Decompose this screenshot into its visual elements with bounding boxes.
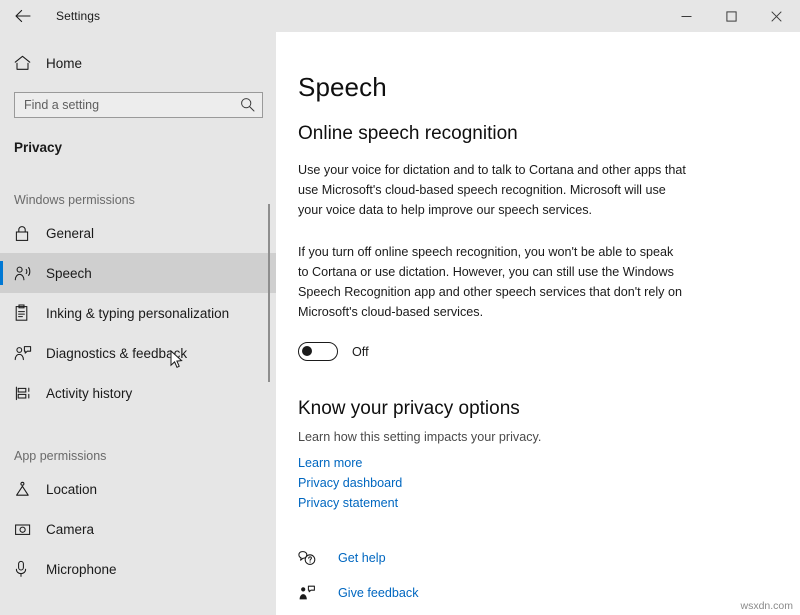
microphone-icon [14,560,36,578]
sidebar-home-label: Home [46,56,82,71]
sidebar-item-microphone[interactable]: Microphone [0,549,276,589]
sidebar-item-label: Camera [46,522,94,537]
sidebar-group-label-windows-permissions: Windows permissions [0,193,276,207]
sidebar-scrollbar[interactable] [268,204,270,382]
sidebar: Home Privacy Windows permissions [0,32,276,615]
toggle-knob [302,346,312,356]
help-links-block: Get help Give feedback [298,545,800,606]
link-privacy-dashboard[interactable]: Privacy dashboard [298,476,402,490]
sidebar-item-camera[interactable]: Camera [0,509,276,549]
description-paragraph-1: Use your voice for dictation and to talk… [298,160,686,220]
give-feedback-icon [298,585,322,601]
search-container [14,92,263,118]
privacy-options-subtitle: Learn how this setting impacts your priv… [298,430,800,444]
title-bar: Settings [0,0,800,32]
location-icon [14,481,36,498]
sidebar-item-label: Microphone [46,562,117,577]
settings-window: Settings [0,0,800,615]
get-help-icon [298,550,322,566]
camera-icon [14,522,36,537]
section-heading-online-speech-recognition: Online speech recognition [298,123,800,145]
minimize-button[interactable] [664,0,709,32]
lock-icon [14,225,36,242]
main-content: Speech Online speech recognition Use you… [276,32,800,615]
sidebar-item-label: Inking & typing personalization [46,306,229,321]
sidebar-item-activity-history[interactable]: Activity history [0,373,276,413]
sidebar-item-label: Diagnostics & feedback [46,346,187,361]
sidebar-item-label: General [46,226,94,241]
window-content: Home Privacy Windows permissions [0,32,800,615]
give-feedback-link[interactable]: Give feedback [338,586,419,600]
sidebar-group-label-app-permissions: App permissions [0,449,276,463]
online-speech-toggle-row: Off [298,342,800,361]
link-privacy-statement[interactable]: Privacy statement [298,496,398,510]
window-controls [664,0,799,32]
sidebar-item-inking-typing-personalization[interactable]: Inking & typing personalization [0,293,276,333]
toggle-state-label: Off [352,345,369,359]
sidebar-item-label: Activity history [46,386,132,401]
title-bar-left: Settings [0,0,100,32]
search-input[interactable] [14,92,263,118]
privacy-options-heading: Know your privacy options [298,398,800,420]
close-button[interactable] [754,0,799,32]
sidebar-item-label: Speech [46,266,92,281]
window-title: Settings [56,9,100,23]
give-feedback-row[interactable]: Give feedback [298,580,800,606]
sidebar-item-location[interactable]: Location [0,469,276,509]
clipboard-icon [14,304,36,322]
link-learn-more[interactable]: Learn more [298,456,362,470]
sidebar-item-speech[interactable]: Speech [0,253,276,293]
sidebar-item-home[interactable]: Home [0,47,276,79]
maximize-button[interactable] [709,0,754,32]
page-title: Speech [298,72,800,103]
selection-accent-bar [0,261,3,285]
sidebar-item-label: Location [46,482,97,497]
feedback-person-icon [14,345,36,362]
watermark: wsxdn.com [740,600,793,612]
get-help-link[interactable]: Get help [338,551,386,565]
sidebar-category-title: Privacy [0,140,276,155]
back-arrow-icon[interactable] [0,0,46,32]
sidebar-item-general[interactable]: General [0,213,276,253]
speech-person-icon [14,265,36,282]
online-speech-recognition-toggle[interactable] [298,342,338,361]
description-paragraph-2: If you turn off online speech recognitio… [298,242,686,322]
home-icon [14,55,36,71]
get-help-row[interactable]: Get help [298,545,800,571]
timeline-icon [14,385,36,402]
sidebar-item-diagnostics-feedback[interactable]: Diagnostics & feedback [0,333,276,373]
